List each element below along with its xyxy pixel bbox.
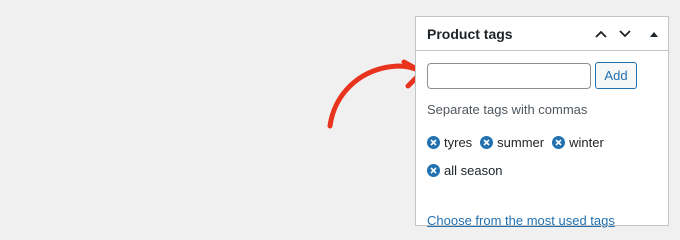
most-used-tags-link[interactable]: Choose from the most used tags [427, 213, 615, 228]
move-down-button[interactable] [616, 25, 634, 43]
remove-tag-button[interactable] [427, 163, 440, 177]
chevron-down-icon [619, 30, 631, 38]
tag-item: all season [427, 161, 503, 179]
product-tags-metabox: Product tags Add Separate tags with comm… [415, 16, 669, 228]
close-icon [430, 166, 437, 174]
add-tag-button[interactable]: Add [595, 62, 637, 89]
move-up-button[interactable] [592, 25, 610, 43]
metabox-body: Add Separate tags with commas tyres summ… [416, 51, 668, 228]
new-tag-input[interactable] [427, 62, 591, 89]
tag-list: tyres summer winter all season [427, 133, 627, 179]
curved-arrow-icon [327, 59, 425, 129]
remove-tag-button[interactable] [480, 135, 494, 149]
tag-hint: Separate tags with commas [427, 102, 588, 117]
add-tag-row: Add [427, 62, 657, 89]
close-icon [555, 138, 562, 146]
close-icon [430, 138, 437, 146]
tag-item: winter [552, 133, 604, 151]
tag-label: all season [444, 162, 503, 178]
tag-item: summer [480, 133, 544, 151]
toggle-panel-button[interactable] [645, 25, 663, 43]
close-icon [483, 138, 490, 146]
metabox-header: Product tags [416, 17, 668, 51]
remove-tag-button[interactable] [427, 135, 440, 149]
tag-label: summer [497, 134, 545, 150]
triangle-up-icon [650, 32, 658, 37]
chevron-up-icon [595, 30, 607, 38]
metabox-title: Product tags [427, 25, 513, 42]
tag-item: tyres [427, 133, 472, 151]
tag-label: winter [569, 134, 604, 150]
tag-label: tyres [444, 134, 473, 150]
remove-tag-button[interactable] [552, 135, 566, 149]
